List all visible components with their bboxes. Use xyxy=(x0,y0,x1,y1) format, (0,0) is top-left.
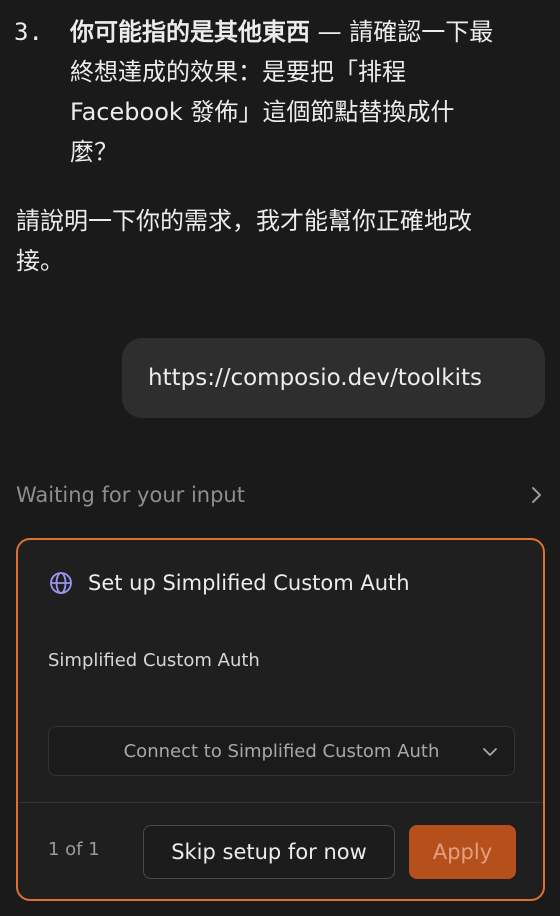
list-text-bold: 你可能指的是其他東西 xyxy=(70,18,310,46)
waiting-label: Waiting for your input xyxy=(16,483,245,507)
chat-page: 3. 你可能指的是其他東西 — 請確認一下最終想達成的效果：是要把「排程 Fac… xyxy=(0,0,560,916)
select-value: Connect to Simplified Custom Auth xyxy=(123,740,440,762)
assistant-list-item: 3. 你可能指的是其他東西 — 請確認一下最終想達成的效果：是要把「排程 Fac… xyxy=(14,12,534,172)
step-counter: 1 of 1 xyxy=(48,839,100,860)
auth-field-label: Simplified Custom Auth xyxy=(48,650,260,671)
auth-setup-card: Set up Simplified Custom Auth Simplified… xyxy=(16,538,545,901)
connect-auth-select[interactable]: Connect to Simplified Custom Auth xyxy=(48,726,515,776)
list-text: 你可能指的是其他東西 — 請確認一下最終想達成的效果：是要把「排程 Facebo… xyxy=(70,12,500,172)
user-message-bubble: https://composio.dev/toolkits xyxy=(122,338,545,418)
chevron-right-icon xyxy=(532,487,541,503)
waiting-status-row[interactable]: Waiting for your input xyxy=(16,475,546,515)
card-footer: 1 of 1 Skip setup for now Apply xyxy=(18,803,543,899)
user-message-text: https://composio.dev/toolkits xyxy=(148,365,482,391)
globe-icon xyxy=(50,572,72,594)
card-header: Set up Simplified Custom Auth xyxy=(48,570,410,596)
card-title: Set up Simplified Custom Auth xyxy=(88,571,410,595)
skip-setup-button[interactable]: Skip setup for now xyxy=(143,825,395,879)
chevron-down-icon xyxy=(483,748,497,756)
assistant-closing-paragraph: 請說明一下你的需求，我才能幫你正確地改接。 xyxy=(16,207,472,275)
apply-button[interactable]: Apply xyxy=(409,825,516,879)
list-number: 3. xyxy=(14,18,43,46)
